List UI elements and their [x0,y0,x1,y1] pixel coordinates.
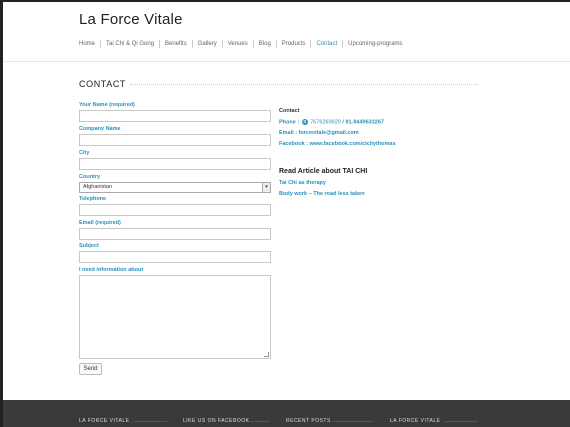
articles-heading: Read Article about TAI CHI [279,168,368,175]
telephone-label: Telephone [79,196,107,202]
chevron-down-icon[interactable]: ▾ [262,183,270,192]
window-frame-top [0,0,570,2]
header-divider [3,61,570,62]
telephone-field[interactable] [79,204,271,216]
email-label: Email (required) [79,220,121,226]
page-title: CONTACT [79,79,127,89]
name-label: Your Name (required) [79,102,135,108]
main-nav: Home Tai Chi & Qi Gong Benefits Gallery … [79,40,408,48]
footer-heading-la-force-vitale: LA FORCE VITALE [79,418,130,424]
subject-field[interactable] [79,251,271,263]
company-field[interactable] [79,134,271,146]
nav-item-gallery[interactable]: Gallery [193,40,223,48]
footer-divider-4 [444,421,478,422]
info-textarea[interactable] [79,275,271,359]
footer-divider-1 [133,421,167,422]
site-title[interactable]: La Force Vitale [79,11,183,28]
phone-number-1[interactable]: 7676269929 [310,119,341,125]
phone-line: Phone : S 7676269929 / 91-9449633267 [279,119,384,125]
contact-heading: Contact [279,108,300,114]
article-link-tai-chi-therapy[interactable]: Tai Chi as therapy [279,180,326,186]
nav-item-blog[interactable]: Blog [254,40,277,48]
footer-divider-3 [333,421,373,422]
name-field[interactable] [79,110,271,122]
footer-heading-la-force-vitale-2: LA FORCE VITALE [390,418,441,424]
phone-number-2: 91-9449633267 [345,119,384,126]
nav-item-tai-chi-qi-gong[interactable]: Tai Chi & Qi Gong [101,40,161,48]
country-select-value: Afghanistan [83,184,113,190]
company-label: Company Name [79,126,121,132]
footer-heading-facebook: LIKE US ON FACEBOOK [183,418,250,424]
nav-item-upcoming-programs[interactable]: Upcoming-programs [343,40,407,48]
info-label: I need information about [79,267,144,273]
footer-heading-recent-posts: RECENT POSTS [286,418,331,424]
send-button[interactable]: Send [79,363,102,375]
phone-label: Phone : [279,119,300,126]
footer: LA FORCE VITALE LIKE US ON FACEBOOK RECE… [3,400,570,427]
facebook-line[interactable]: Facebook : www.facebook.com/cicilythomas [279,141,396,147]
article-link-body-work[interactable]: Body work – The road less taken [279,191,365,197]
nav-item-contact[interactable]: Contact [311,40,344,48]
skype-icon: S [301,119,308,125]
city-field[interactable] [79,158,271,170]
title-divider [130,84,478,85]
footer-divider-2 [250,421,270,422]
nav-item-venues[interactable]: Venues [223,40,254,48]
nav-item-benefits[interactable]: Benefits [160,40,193,48]
nav-item-products[interactable]: Products [277,40,312,48]
country-label: Country [79,174,101,180]
country-select[interactable]: Afghanistan ▾ [79,182,271,193]
nav-item-home[interactable]: Home [79,40,102,48]
subject-label: Subject [79,243,99,249]
city-label: City [79,150,90,156]
resize-grip-icon[interactable] [264,352,269,357]
window-frame-left [0,0,3,427]
email-field[interactable] [79,228,271,240]
phone-separator: / [342,119,344,126]
email-line[interactable]: Email : forcevitale@gmail.com [279,130,359,136]
